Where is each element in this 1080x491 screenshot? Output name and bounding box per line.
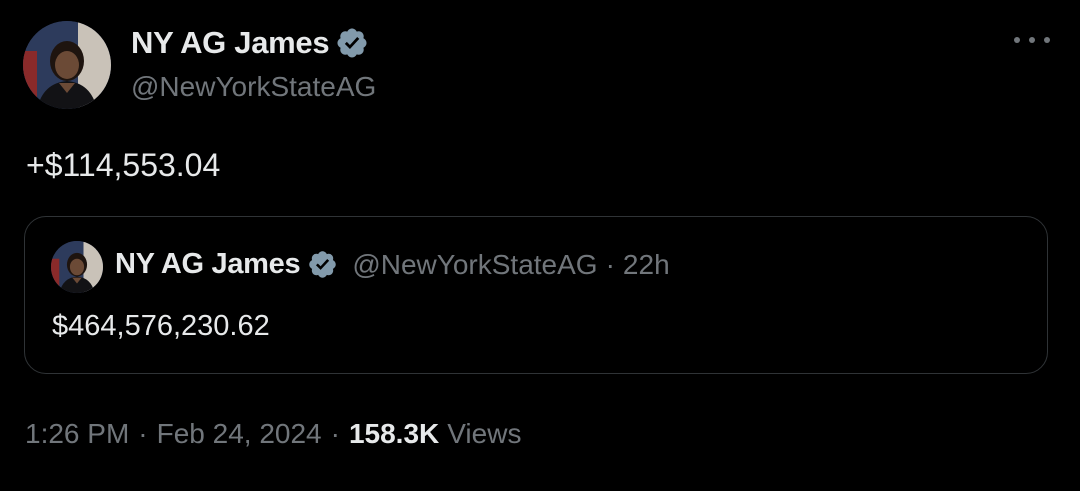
more-dot [1014,37,1020,43]
quoted-author-avatar [51,241,103,293]
separator: · [330,418,340,449]
author-avatar[interactable] [23,21,111,109]
separator: · [605,248,615,280]
more-horizontal-icon[interactable] [1014,28,1050,52]
views-count[interactable]: 158.3K [349,418,439,450]
quoted-author-handle: @NewYorkStateAG [352,248,598,280]
avatar-image [51,241,103,293]
tweet-meta: 1:26 PM · Feb 24, 2024 · 158.3K Views [25,418,521,450]
separator: · [138,418,148,449]
quoted-tweet-text: $464,576,230.62 [52,310,270,342]
quoted-author-name: NY AG James [115,248,301,280]
more-dot [1029,37,1035,43]
quoted-header: NY AG James @NewYorkStateAG · 22h [115,248,670,281]
tweet-date[interactable]: Feb 24, 2024 [157,418,322,450]
tweet-time[interactable]: 1:26 PM [25,418,129,450]
verified-badge-icon[interactable] [335,26,369,60]
verified-badge-icon [309,251,337,278]
author-name[interactable]: NY AG James [131,25,330,61]
quoted-timestamp[interactable]: 22h [623,249,670,281]
views-label: Views [447,418,522,449]
author-name-row: NY AG James [131,25,369,61]
author-handle[interactable]: @NewYorkStateAG [131,71,376,103]
more-dot [1044,37,1050,43]
quoted-tweet[interactable]: NY AG James @NewYorkStateAG · 22h $464,5… [24,216,1048,374]
avatar-image [23,21,111,109]
tweet-text: +$114,553.04 [26,147,221,183]
